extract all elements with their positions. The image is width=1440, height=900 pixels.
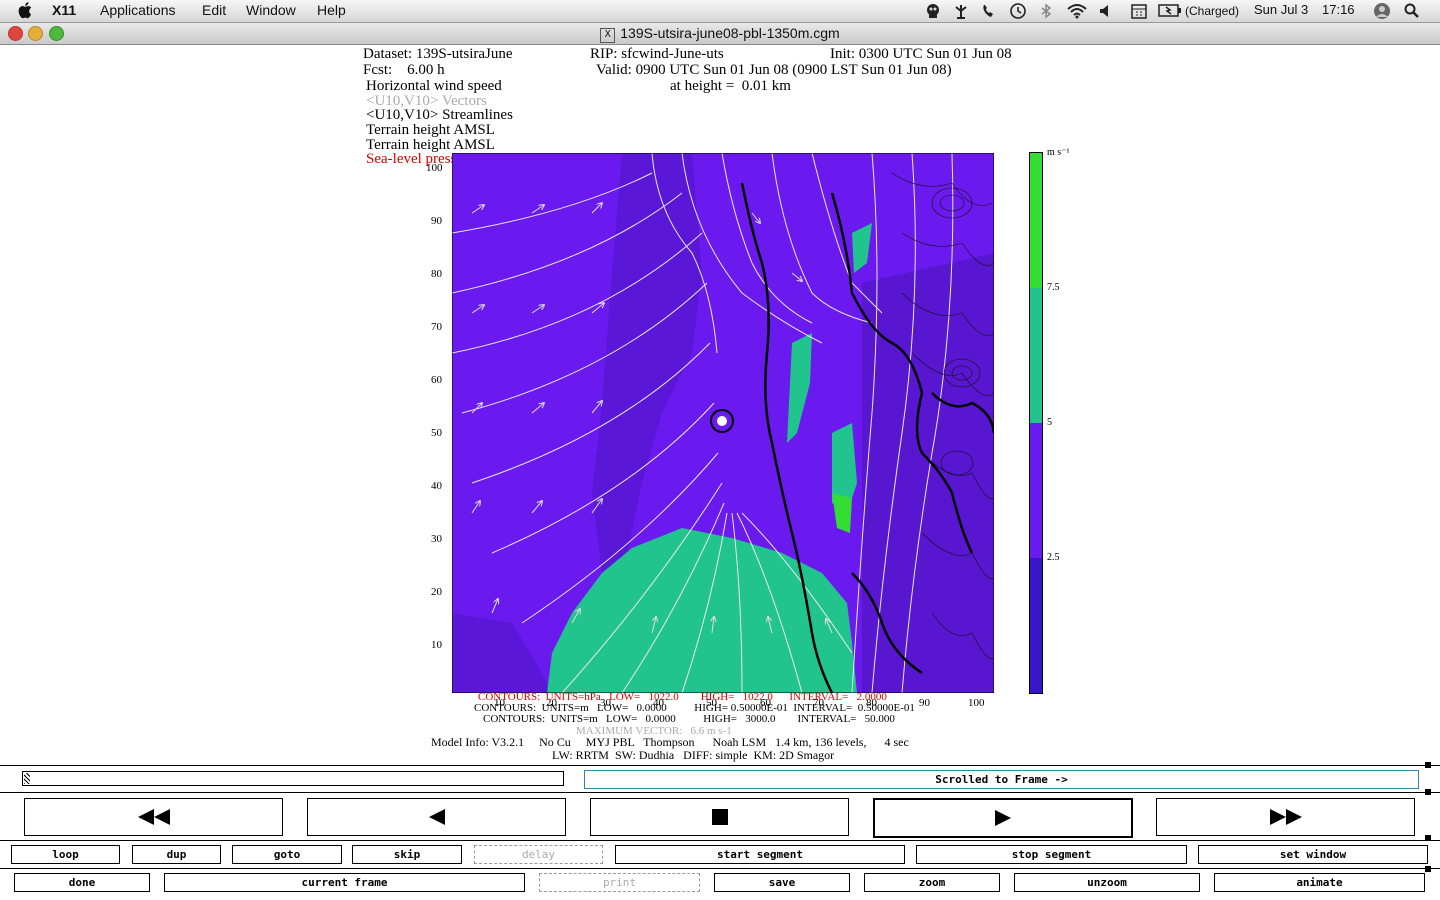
dataset-label: Dataset: 139S-utsiraJune [363, 46, 513, 62]
spotlight-search-icon[interactable] [1404, 3, 1420, 19]
wifi-icon[interactable] [1066, 3, 1088, 19]
antenna-icon[interactable] [952, 3, 970, 19]
rewind-button[interactable] [24, 798, 283, 836]
play-button[interactable] [873, 798, 1133, 838]
calendar-icon[interactable] [1130, 3, 1148, 19]
play-icon [995, 810, 1011, 826]
y-tick: 30 [431, 533, 442, 545]
valid-label: Valid: 0900 UTC Sun 01 Jun 08 (0900 LST … [596, 62, 952, 78]
menu-help[interactable]: Help [317, 2, 346, 18]
delay-button[interactable]: delay [474, 845, 603, 864]
zoom-button[interactable]: zoom [864, 873, 1000, 892]
current-frame-button[interactable]: current frame [164, 873, 525, 892]
y-tick: 50 [431, 427, 442, 439]
scrollbar-thumb[interactable] [24, 773, 30, 784]
animate-button[interactable]: animate [1214, 873, 1425, 892]
colorbar-segment [1030, 558, 1042, 693]
loop-button[interactable]: loop [11, 845, 120, 864]
x11-window-icon: X [600, 28, 616, 43]
menu-edit[interactable]: Edit [202, 2, 226, 18]
panel-divider [0, 840, 1440, 841]
x-tick: 90 [919, 697, 930, 709]
window-title: 139S-utsira-june08-pbl-1350m.cgm [620, 25, 840, 41]
dup-button[interactable]: dup [132, 845, 221, 864]
rewind-icon [137, 809, 170, 825]
y-tick: 10 [431, 639, 442, 651]
bluetooth-icon[interactable] [1040, 3, 1052, 19]
frame-status-field[interactable]: Scrolled to Frame -> [584, 770, 1419, 789]
time-machine-icon[interactable] [1009, 2, 1027, 20]
battery-icon[interactable] [1158, 4, 1182, 18]
pressure-center-dot [717, 416, 727, 426]
field-streamlines: <U10,V10> Streamlines [366, 107, 513, 123]
monitor-icon[interactable] [924, 3, 942, 19]
colorbar-label: 7.5 [1047, 282, 1060, 293]
y-tick: 70 [431, 321, 442, 333]
print-button[interactable]: print [539, 873, 700, 892]
colorbar-label: 5 [1047, 417, 1052, 428]
window-title-bar[interactable]: X 139S-utsira-june08-pbl-1350m.cgm [0, 23, 1440, 45]
colorbar-label: 2.5 [1047, 552, 1060, 563]
y-tick: 90 [431, 215, 442, 227]
step-back-icon [428, 809, 445, 825]
terrain-region [862, 253, 994, 693]
init-label: Init: 0300 UTC Sun 01 Jun 08 [830, 46, 1012, 62]
colorbar-segment [1030, 153, 1042, 288]
y-tick: 80 [431, 268, 442, 280]
model-info-line1: Model Info: V3.2.1 No Cu MYJ PBL Thompso… [431, 735, 909, 749]
fcst-label: Fcst: 6.00 h [363, 62, 445, 78]
menu-applications[interactable]: Applications [100, 2, 176, 18]
contour-info-terrain-2: CONTOURS: UNITS=m LOW= 0.0000 HIGH= 3000… [483, 713, 895, 725]
phone-icon[interactable] [980, 3, 998, 19]
colorbar-segment [1030, 288, 1042, 423]
user-icon[interactable] [1373, 2, 1391, 20]
stop-icon [711, 809, 728, 825]
volume-icon[interactable] [1098, 3, 1112, 19]
fast-forward-button[interactable] [1156, 798, 1415, 836]
colorbar-units: m s⁻¹ [1047, 147, 1070, 158]
stop-segment-button[interactable]: stop segment [916, 845, 1187, 864]
panel-divider [0, 868, 1440, 869]
panel-corner [1425, 762, 1431, 768]
skip-button[interactable]: skip [352, 845, 462, 864]
rip-label: RIP: sfcwind-June-uts [590, 46, 724, 62]
y-tick: 100 [426, 162, 443, 174]
unzoom-button[interactable]: unzoom [1014, 873, 1200, 892]
panel-divider [0, 765, 1440, 766]
panel-corner [1425, 866, 1431, 872]
y-tick: 20 [431, 586, 442, 598]
colorbar [1029, 152, 1043, 694]
menubar-date[interactable]: Sun Jul 3 [1254, 2, 1308, 17]
wind-speed-map [452, 153, 994, 693]
model-info-line2: LW: RRTM SW: Dudhia DIFF: simple KM: 2D … [552, 748, 835, 762]
step-back-button[interactable] [307, 798, 566, 836]
height-label: at height = 0.01 km [670, 78, 791, 94]
panel-divider [0, 792, 1440, 793]
save-button[interactable]: save [714, 873, 850, 892]
goto-button[interactable]: goto [232, 845, 342, 864]
done-button[interactable]: done [14, 873, 150, 892]
battery-status[interactable]: (Charged) [1185, 4, 1239, 18]
y-tick: 40 [431, 480, 442, 492]
menu-bar: X11 Applications Edit Window Help (Charg… [0, 0, 1440, 23]
start-segment-button[interactable]: start segment [615, 845, 905, 864]
fast-forward-icon [1269, 809, 1302, 825]
stop-button[interactable] [590, 798, 849, 836]
menu-app-name[interactable]: X11 [52, 2, 76, 18]
apple-icon[interactable] [18, 1, 34, 19]
field-wind-speed: Horizontal wind speed [366, 78, 502, 94]
menu-window[interactable]: Window [246, 2, 296, 18]
set-window-button[interactable]: set window [1198, 845, 1428, 864]
menubar-time[interactable]: 17:16 [1322, 2, 1355, 17]
field-terrain-1: Terrain height AMSL [366, 122, 495, 138]
y-tick: 60 [431, 374, 442, 386]
x-tick: 100 [968, 697, 985, 709]
colorbar-segment [1030, 423, 1042, 558]
frame-scrollbar[interactable] [22, 771, 564, 786]
